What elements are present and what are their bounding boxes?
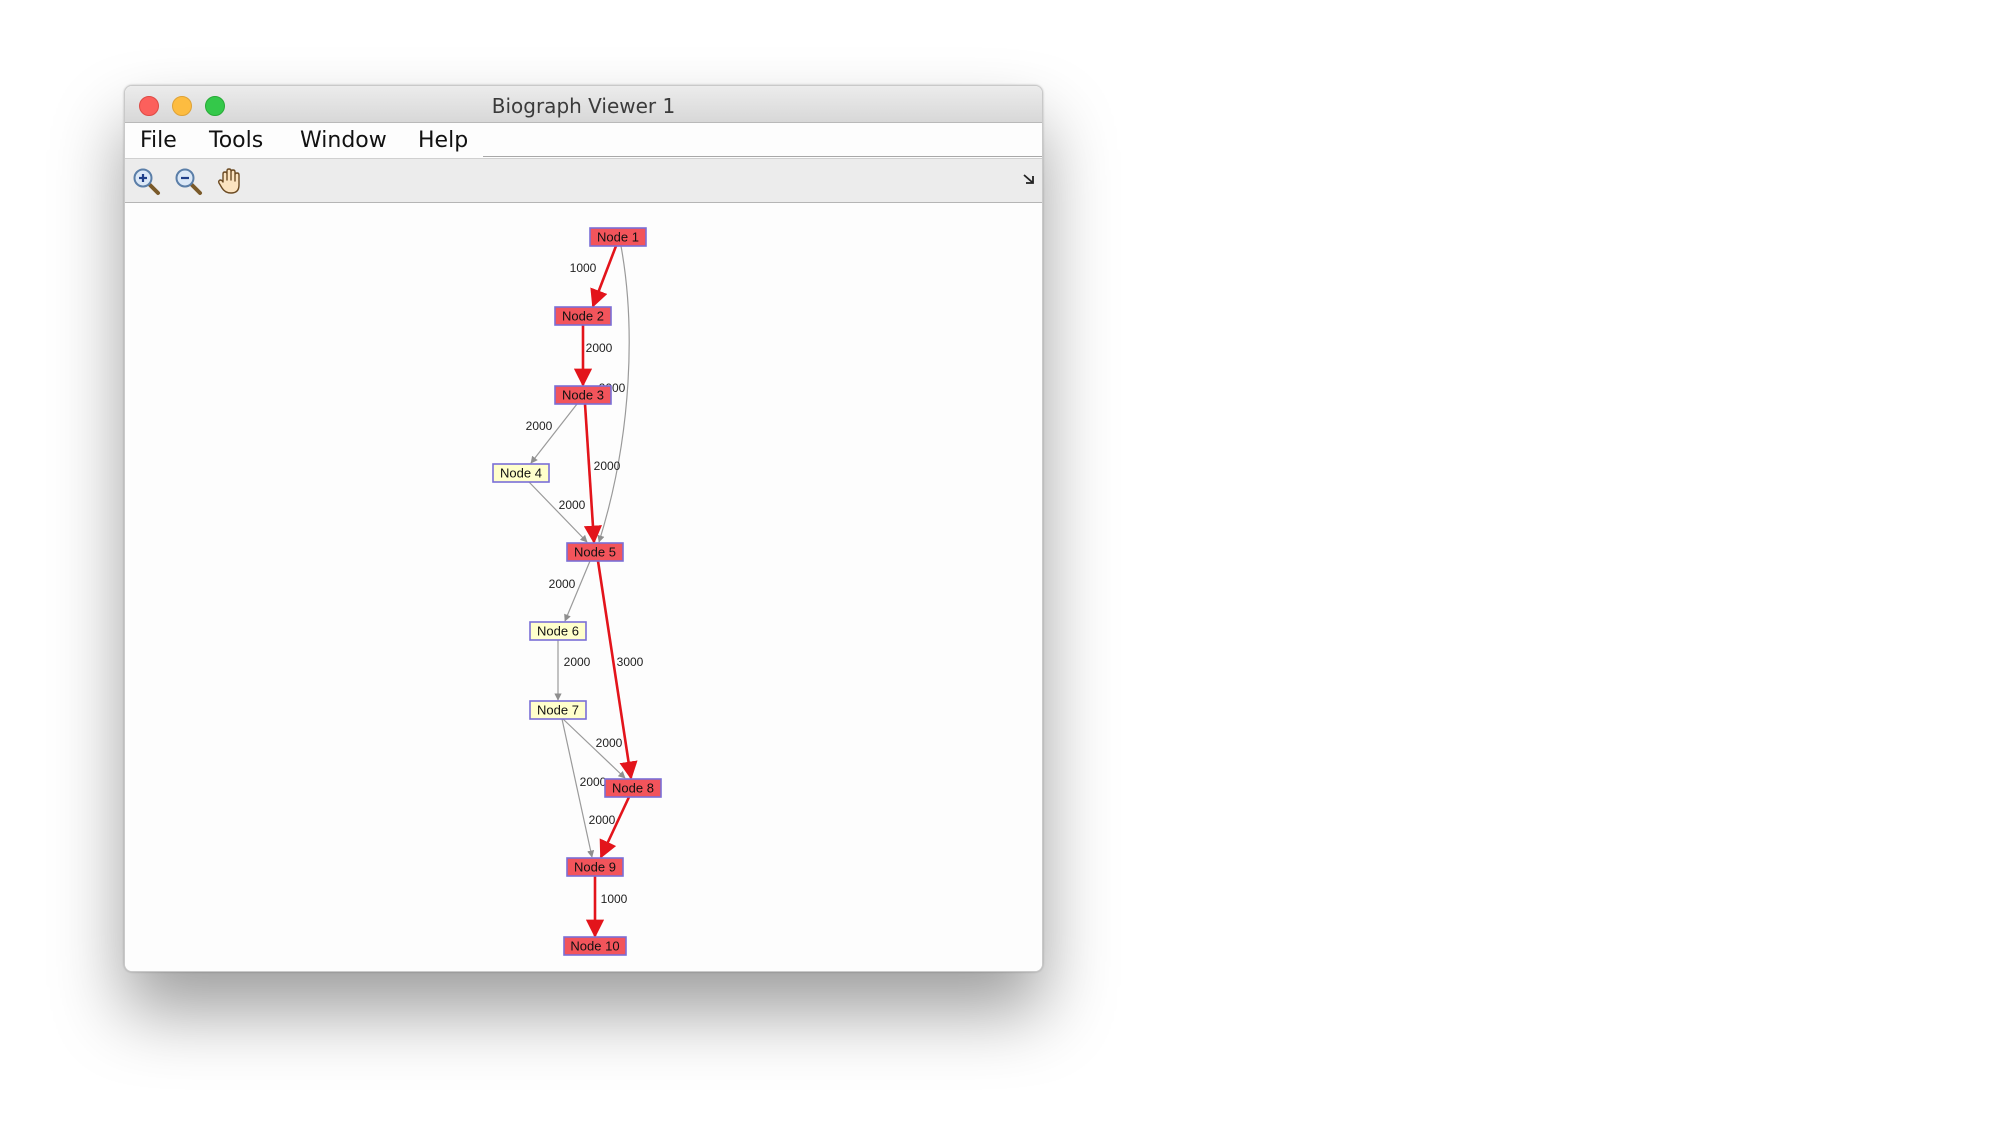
resize-arrow-icon[interactable] <box>1022 172 1036 186</box>
graph-node-n8[interactable]: Node 8 <box>604 778 662 798</box>
graph-node-n6[interactable]: Node 6 <box>529 621 587 641</box>
edge-weight-label-n7-n8: 2000 <box>596 736 623 750</box>
edge-weight-label-n5-n8: 3000 <box>617 655 644 669</box>
node-label: Node 10 <box>570 938 619 953</box>
node-label: Node 6 <box>537 623 579 638</box>
edge-weight-label-n1-n2: 1000 <box>570 261 597 275</box>
hand-pan-icon[interactable] <box>215 166 245 196</box>
graph-node-n9[interactable]: Node 9 <box>566 857 624 877</box>
edge-weight-label-n5-n6: 2000 <box>549 577 576 591</box>
node-label: Node 8 <box>612 780 654 795</box>
menu-bar: File Tools Window Help <box>125 123 1042 157</box>
biograph-viewer-window: Biograph Viewer 1 File Tools Window Help <box>124 85 1043 972</box>
edge-n3-n4[interactable] <box>530 403 578 464</box>
graph-node-n5[interactable]: Node 5 <box>566 542 624 562</box>
graph-node-n7[interactable]: Node 7 <box>529 700 587 720</box>
zoom-in-icon[interactable] <box>131 166 161 196</box>
graph-node-n1[interactable]: Node 1 <box>589 227 647 247</box>
node-label: Node 2 <box>562 308 604 323</box>
edge-weight-label-n4-n5: 2000 <box>559 498 586 512</box>
edge-weight-label-n8-n9: 2000 <box>589 813 616 827</box>
node-label: Node 3 <box>562 387 604 402</box>
edge-weight-label-n3-n5: 2000 <box>594 459 621 473</box>
menu-help[interactable]: Help <box>418 128 468 153</box>
graph-node-n2[interactable]: Node 2 <box>554 306 612 326</box>
toolbar <box>125 158 1042 203</box>
graph-node-n4[interactable]: Node 4 <box>492 463 550 483</box>
zoom-out-icon[interactable] <box>173 166 203 196</box>
edge-weight-label-n9-n10: 1000 <box>601 892 628 906</box>
menu-tools[interactable]: Tools <box>209 128 263 153</box>
graph-canvas[interactable]: 2000 2000 2000 2000 2000 2000 2000 1000 2000 2000… <box>125 203 1042 971</box>
edge-weight-label-n6-n7: 2000 <box>564 655 591 669</box>
graph-node-n10[interactable]: Node 10 <box>563 936 627 956</box>
title-bar[interactable]: Biograph Viewer 1 <box>125 86 1042 123</box>
menu-window[interactable]: Window <box>300 128 387 153</box>
node-label: Node 1 <box>597 229 639 244</box>
menu-separator <box>483 156 1042 157</box>
node-label: Node 7 <box>537 702 579 717</box>
node-label: Node 5 <box>574 544 616 559</box>
menu-file[interactable]: File <box>140 128 177 153</box>
edge-weight-label-n3-n4: 2000 <box>526 419 553 433</box>
graph-node-n3[interactable]: Node 3 <box>554 385 612 405</box>
edge-n1-n2[interactable] <box>590 245 618 308</box>
window-title: Biograph Viewer 1 <box>491 94 676 118</box>
graph-svg[interactable]: 2000 2000 2000 2000 2000 2000 2000 1000 2000 2000… <box>125 203 1042 971</box>
edge-weight-label-n7-n9: 2000 <box>580 775 607 789</box>
node-label: Node 4 <box>500 465 542 480</box>
node-label: Node 9 <box>574 859 616 874</box>
edge-weight-label-n2-n3: 2000 <box>586 341 613 355</box>
edge-n3-n5[interactable] <box>583 403 603 544</box>
